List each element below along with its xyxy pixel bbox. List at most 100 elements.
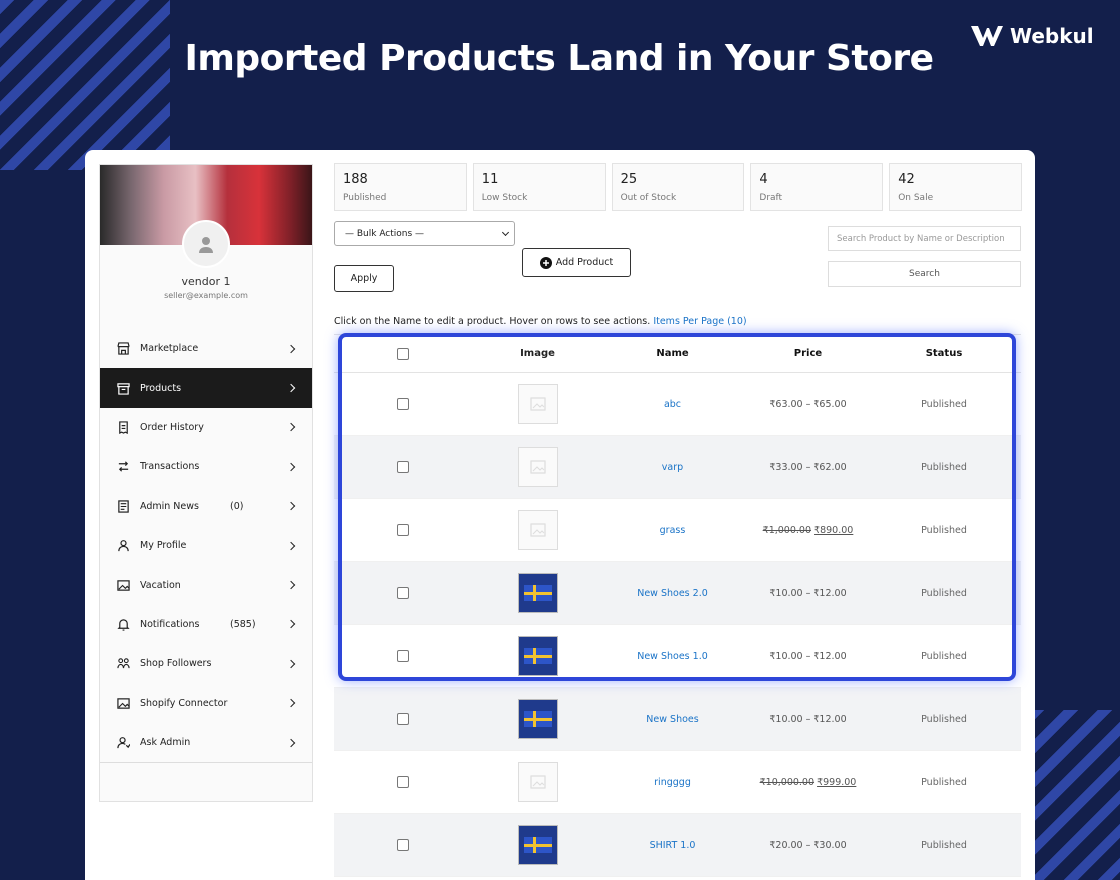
old-price: ₹1,000.00 <box>762 524 812 536</box>
row-checkbox[interactable] <box>396 587 409 599</box>
user-question-icon <box>116 736 130 750</box>
search-button[interactable]: Search <box>828 261 1021 287</box>
stat-card[interactable]: 11 Low Stock <box>472 163 606 211</box>
row-checkbox[interactable] <box>396 650 409 662</box>
chevron-right-icon <box>286 344 296 353</box>
table-row[interactable]: grass ₹1,000.00 ₹890.00 Published <box>334 499 1021 562</box>
sidebar-item-label: Vacation <box>140 579 181 591</box>
search-input[interactable]: Search Product by Name or Description <box>828 226 1021 251</box>
row-checkbox[interactable] <box>396 461 409 473</box>
chevron-right-icon <box>286 738 296 747</box>
table-row[interactable]: New Shoes ₹10.00 – ₹12.00 Published <box>334 688 1021 751</box>
sidebar-item-label: Marketplace <box>140 343 199 355</box>
dashboard-card: vendor 1 seller@example.com Marketplace P… <box>85 150 1035 880</box>
sidebar-nav: Marketplace Products Order History Transact… <box>100 329 312 764</box>
sidebar-item-label: Order History <box>140 421 204 433</box>
sidebar-item-vacation[interactable]: Vacation <box>100 565 312 604</box>
receipt-icon <box>116 420 130 434</box>
chevron-right-icon <box>286 423 296 432</box>
table-row[interactable]: New Shoes 1.0 ₹10.00 – ₹12.00 Published <box>334 625 1021 688</box>
stat-value: 11 <box>481 172 499 187</box>
stat-card[interactable]: 42 On Sale <box>889 163 1022 211</box>
table-row[interactable]: abc ₹63.00 – ₹65.00 Published <box>334 373 1021 436</box>
row-checkbox[interactable] <box>396 524 409 536</box>
image-placeholder-icon <box>517 384 558 424</box>
chevron-right-icon <box>286 462 296 472</box>
avatar[interactable] <box>182 220 230 268</box>
bulk-actions-select[interactable]: — Bulk Actions — <box>334 221 515 246</box>
product-name-link[interactable]: New Shoes 2.0 <box>604 588 741 599</box>
sidebar-item-transactions[interactable]: Transactions <box>100 447 312 486</box>
sidebar-item-my-profile[interactable]: My Profile <box>100 526 312 565</box>
header-price[interactable]: Price <box>741 348 875 359</box>
plus-circle-icon <box>539 256 552 269</box>
select-all-checkbox[interactable] <box>396 347 409 360</box>
decorative-stripes <box>1030 710 1120 880</box>
price: ₹63.00 – ₹65.00 <box>769 398 847 410</box>
sidebar-item-order-history[interactable]: Order History <box>100 408 312 447</box>
product-name-link[interactable]: SHIRT 1.0 <box>604 840 741 851</box>
sidebar-item-shopify-connector[interactable]: Shopify Connector <box>100 684 312 723</box>
news-icon <box>116 499 130 513</box>
product-thumbnail <box>517 825 558 865</box>
product-price: ₹33.00 – ₹62.00 <box>741 462 875 473</box>
stat-value: 4 <box>759 172 768 187</box>
bulk-actions-label: — Bulk Actions — <box>345 228 425 239</box>
stat-card[interactable]: 4 Draft <box>750 163 884 211</box>
product-price: ₹10.00 – ₹12.00 <box>741 714 875 725</box>
stat-value: 188 <box>343 172 368 187</box>
old-price: ₹10,000.00 <box>759 776 815 788</box>
product-name-link[interactable]: ringggg <box>604 777 741 788</box>
table-body: abc ₹63.00 – ₹65.00 Published varp ₹33.00 – … <box>334 373 1021 877</box>
row-checkbox[interactable] <box>396 776 409 788</box>
add-product-button[interactable]: Add Product <box>522 248 631 277</box>
chevron-right-icon <box>286 502 296 511</box>
vendor-email: seller@example.com <box>164 291 248 300</box>
product-name-link[interactable]: New Shoes 1.0 <box>604 651 741 662</box>
product-name-link[interactable]: grass <box>604 525 741 536</box>
price: ₹10.00 – ₹12.00 <box>769 587 847 599</box>
followers-icon <box>116 657 130 671</box>
sidebar-item-ask-admin[interactable]: Ask Admin <box>100 723 312 762</box>
product-name-link[interactable]: abc <box>604 399 741 410</box>
table-row[interactable]: New Shoes 2.0 ₹10.00 – ₹12.00 Published <box>334 562 1021 625</box>
product-name-link[interactable]: New Shoes <box>604 714 741 725</box>
sidebar-item-shop-followers[interactable]: Shop Followers <box>100 644 312 683</box>
product-price: ₹20.00 – ₹30.00 <box>741 840 875 851</box>
user-silhouette-icon <box>199 237 213 253</box>
stat-card[interactable]: 188 Published <box>334 163 467 211</box>
stat-label: Out of Stock <box>620 193 677 203</box>
user-icon <box>116 539 130 553</box>
sidebar-item-admin-news[interactable]: Admin News (0) <box>100 487 312 526</box>
items-per-page-link[interactable]: Items Per Page (10) <box>653 316 746 327</box>
sidebar-item-count: (585) <box>230 618 256 630</box>
table-row[interactable]: ringggg ₹10,000.00 ₹999.00 Published <box>334 751 1021 814</box>
apply-button[interactable]: Apply <box>334 265 394 292</box>
image-placeholder-icon <box>517 447 558 487</box>
sale-price: ₹999.00 <box>817 776 857 788</box>
price: ₹20.00 – ₹30.00 <box>769 839 847 851</box>
product-price: ₹10,000.00 ₹999.00 <box>741 777 875 788</box>
row-checkbox[interactable] <box>396 839 409 851</box>
hint-text: Click on the Name to edit a product. Hov… <box>334 316 651 327</box>
table-row[interactable]: SHIRT 1.0 ₹20.00 – ₹30.00 Published <box>334 814 1021 877</box>
product-thumbnail <box>517 699 558 739</box>
sidebar-item-products[interactable]: Products <box>100 368 312 408</box>
chevron-right-icon <box>286 659 296 669</box>
sidebar-item-marketplace[interactable]: Marketplace <box>100 329 312 368</box>
product-status: Published <box>921 839 967 851</box>
image-icon <box>116 696 130 710</box>
product-name-link[interactable]: varp <box>604 462 741 473</box>
add-product-label: Add Product <box>555 257 614 268</box>
product-status: Published <box>921 776 967 788</box>
row-checkbox[interactable] <box>396 713 409 725</box>
image-placeholder-icon <box>517 510 558 550</box>
chevron-right-icon <box>286 580 296 590</box>
price: ₹10.00 – ₹12.00 <box>769 713 847 725</box>
header-name[interactable]: Name <box>604 348 741 359</box>
image-icon <box>116 578 130 592</box>
stat-card[interactable]: 25 Out of Stock <box>611 163 745 211</box>
row-checkbox[interactable] <box>396 398 409 410</box>
sidebar-item-notifications[interactable]: Notifications (585) <box>100 605 312 644</box>
table-row[interactable]: varp ₹33.00 – ₹62.00 Published <box>334 436 1021 499</box>
